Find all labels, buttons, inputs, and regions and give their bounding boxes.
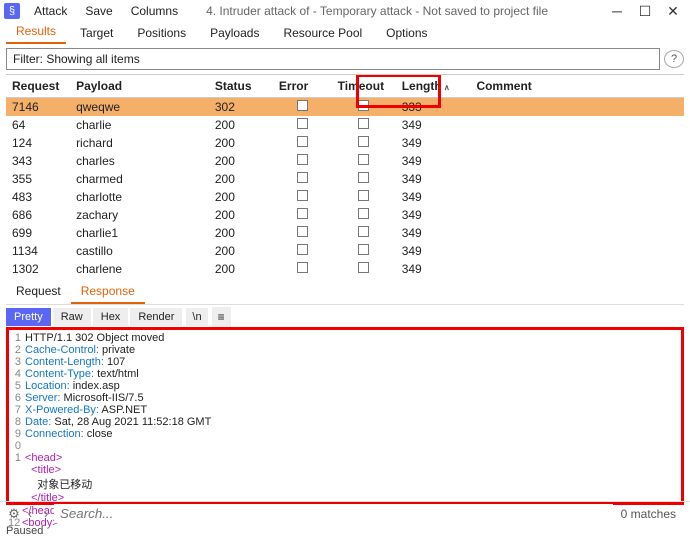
table-row[interactable]: 343charles200349 bbox=[6, 152, 684, 170]
tab-response[interactable]: Response bbox=[71, 280, 145, 304]
menu-save[interactable]: Save bbox=[77, 2, 120, 20]
table-row[interactable]: 1302charlene200349 bbox=[6, 260, 684, 274]
error-checkbox[interactable] bbox=[297, 208, 308, 219]
timeout-checkbox[interactable] bbox=[358, 118, 369, 129]
view-subtabs: Pretty Raw Hex Render \n ≡ bbox=[6, 307, 684, 327]
table-row[interactable]: 686zachary200349 bbox=[6, 206, 684, 224]
col-request[interactable]: Request bbox=[6, 75, 70, 98]
search-input[interactable] bbox=[54, 504, 613, 523]
table-row[interactable]: 124richard200349 bbox=[6, 134, 684, 152]
timeout-checkbox[interactable] bbox=[358, 226, 369, 237]
timeout-checkbox[interactable] bbox=[358, 100, 369, 111]
timeout-checkbox[interactable] bbox=[358, 244, 369, 255]
error-checkbox[interactable] bbox=[297, 136, 308, 147]
col-payload[interactable]: Payload bbox=[70, 75, 209, 98]
chevron-left-icon[interactable]: ‹ bbox=[22, 506, 38, 521]
match-count: 0 matches bbox=[613, 507, 684, 521]
timeout-checkbox[interactable] bbox=[358, 190, 369, 201]
error-checkbox[interactable] bbox=[297, 100, 308, 111]
chevron-right-icon[interactable]: › bbox=[38, 506, 54, 521]
tab-results[interactable]: Results bbox=[6, 20, 66, 44]
table-row[interactable]: 1134castillo200349 bbox=[6, 242, 684, 260]
app-icon: § bbox=[4, 3, 20, 19]
table-row[interactable]: 483charlotte200349 bbox=[6, 188, 684, 206]
error-checkbox[interactable] bbox=[297, 154, 308, 165]
table-row[interactable]: 64charlie200349 bbox=[6, 116, 684, 134]
results-table-wrap: RequestPayloadStatusErrorTimeoutLength ∧… bbox=[6, 74, 684, 274]
col-timeout[interactable]: Timeout bbox=[332, 75, 396, 98]
close-icon[interactable]: ✕ bbox=[664, 3, 682, 20]
results-table[interactable]: RequestPayloadStatusErrorTimeoutLength ∧… bbox=[6, 75, 684, 274]
subtab-hex[interactable]: Hex bbox=[93, 308, 129, 326]
menu-columns[interactable]: Columns bbox=[123, 2, 186, 20]
error-checkbox[interactable] bbox=[297, 226, 308, 237]
timeout-checkbox[interactable] bbox=[358, 208, 369, 219]
tab-options[interactable]: Options bbox=[376, 22, 437, 44]
subtab-pretty[interactable]: Pretty bbox=[6, 308, 51, 326]
error-checkbox[interactable] bbox=[297, 118, 308, 129]
table-row[interactable]: 355charmed200349 bbox=[6, 170, 684, 188]
col-status[interactable]: Status bbox=[209, 75, 273, 98]
maximize-icon[interactable]: ☐ bbox=[636, 3, 654, 20]
status-bar: Paused bbox=[0, 525, 690, 541]
col-comment[interactable]: Comment bbox=[470, 75, 684, 98]
tab-request[interactable]: Request bbox=[6, 280, 71, 304]
col-error[interactable]: Error bbox=[273, 75, 332, 98]
filter-bar[interactable]: Filter: Showing all items bbox=[6, 48, 660, 70]
table-row[interactable]: 699charlie1200349 bbox=[6, 224, 684, 242]
subtab-raw[interactable]: Raw bbox=[53, 308, 91, 326]
tab-positions[interactable]: Positions bbox=[127, 22, 196, 44]
error-checkbox[interactable] bbox=[297, 262, 308, 273]
minimize-icon[interactable]: ─ bbox=[608, 3, 626, 20]
search-bar: ⚙ ‹ › 0 matches bbox=[0, 501, 690, 525]
col-length[interactable]: Length ∧ bbox=[396, 75, 471, 98]
timeout-checkbox[interactable] bbox=[358, 154, 369, 165]
window-title: 4. Intruder attack of - Temporary attack… bbox=[186, 4, 608, 18]
timeout-checkbox[interactable] bbox=[358, 172, 369, 183]
menu-attack[interactable]: Attack bbox=[26, 2, 75, 20]
main-tabs: Results Target Positions Payloads Resour… bbox=[0, 22, 690, 44]
subtab-render[interactable]: Render bbox=[130, 308, 182, 326]
hamburger-icon[interactable]: ≡ bbox=[212, 307, 231, 327]
error-checkbox[interactable] bbox=[297, 244, 308, 255]
response-body[interactable]: 1HTTP/1.1 302 Object moved2Cache-Control… bbox=[6, 327, 684, 505]
timeout-checkbox[interactable] bbox=[358, 136, 369, 147]
request-response-tabs: Request Response bbox=[6, 280, 684, 305]
settings-icon[interactable]: ⚙ bbox=[6, 506, 22, 522]
error-checkbox[interactable] bbox=[297, 190, 308, 201]
newline-toggle[interactable]: \n bbox=[186, 308, 207, 326]
tab-resource-pool[interactable]: Resource Pool bbox=[273, 22, 372, 44]
tab-target[interactable]: Target bbox=[70, 22, 123, 44]
error-checkbox[interactable] bbox=[297, 172, 308, 183]
help-icon[interactable]: ? bbox=[664, 50, 684, 68]
menubar: Attack Save Columns bbox=[26, 2, 186, 20]
titlebar: § Attack Save Columns 4. Intruder attack… bbox=[0, 0, 690, 22]
timeout-checkbox[interactable] bbox=[358, 262, 369, 273]
table-row[interactable]: 7146qweqwe302333 bbox=[6, 98, 684, 117]
tab-payloads[interactable]: Payloads bbox=[200, 22, 269, 44]
